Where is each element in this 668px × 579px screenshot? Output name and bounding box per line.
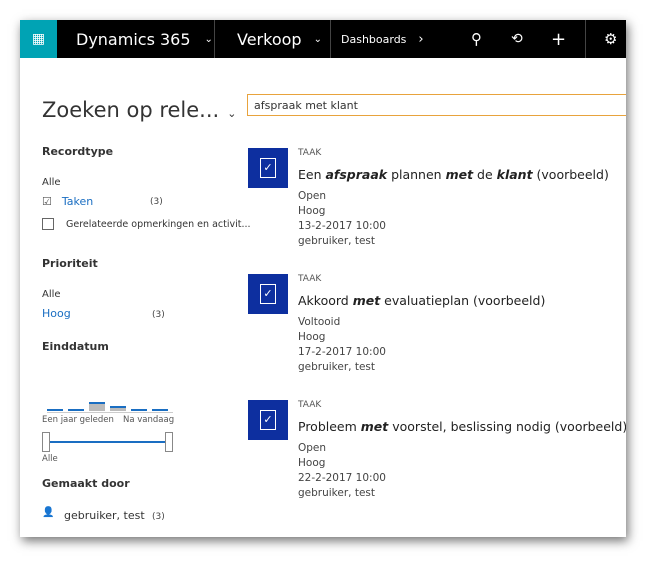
task-icon: ✓: [248, 400, 288, 440]
result-status: Voltooid: [298, 316, 341, 328]
result-priority: Hoog: [298, 331, 326, 343]
chevron-right-icon: ›: [418, 31, 424, 47]
filter-count: (3): [152, 512, 165, 522]
result-type: TAAK: [298, 400, 322, 410]
title-part: Akkoord: [298, 293, 353, 308]
date-slider-track[interactable]: [46, 441, 170, 443]
chevron-down-icon: ⌄: [204, 33, 213, 45]
title-part: plannen: [387, 167, 446, 182]
top-nav: ▦ Dynamics 365 ⌄ Verkoop ⌄ Dashboards › ⚲ ⟲…: [20, 20, 626, 58]
task-icon: ✓: [248, 148, 288, 188]
result-priority: Hoog: [298, 457, 326, 469]
result-owner: gebruiker, test: [298, 235, 376, 247]
user-icon: 👤: [42, 507, 55, 518]
title-part: klant: [496, 167, 533, 182]
module-name: Verkoop: [237, 29, 302, 49]
result-type: TAAK: [298, 274, 322, 284]
app-window: ▦ Dynamics 365 ⌄ Verkoop ⌄ Dashboards › ⚲ ⟲…: [20, 20, 626, 537]
result-type: TAAK: [298, 148, 322, 158]
filter-count: (3): [152, 310, 165, 320]
date-histogram: [47, 402, 173, 413]
title-part: Probleem: [298, 419, 361, 434]
title-part: afspraak: [325, 167, 388, 182]
search-scope-label: Zoeken op rele...: [42, 98, 220, 122]
search-input[interactable]: [247, 94, 626, 116]
app-name: Dynamics 365: [76, 29, 191, 49]
title-part: de: [473, 167, 497, 182]
result-item[interactable]: ✓ TAAK Probleem met voorstel, beslissing…: [248, 400, 626, 500]
checkbox-checked-icon[interactable]: ☑: [42, 195, 52, 208]
history-icon[interactable]: ⟲: [511, 20, 523, 58]
result-item[interactable]: ✓ TAAK Een afspraak plannen met de klant…: [248, 148, 618, 248]
chevron-down-icon: ⌄: [227, 107, 237, 120]
app-switcher[interactable]: Dynamics 365 ⌄: [76, 20, 213, 58]
result-status: Open: [298, 442, 327, 454]
filter-title-enddate: Einddatum: [42, 340, 109, 353]
title-part: met: [352, 293, 381, 308]
result-date: 13-2-2017 10:00: [298, 220, 386, 232]
filter-title-createdby: Gemaakt door: [42, 477, 130, 490]
result-status: Open: [298, 190, 327, 202]
title-part: (voorbeeld): [532, 167, 609, 182]
checkbox[interactable]: [42, 218, 54, 230]
filter-item-user[interactable]: gebruiker, test: [64, 509, 145, 522]
result-priority: Hoog: [298, 205, 326, 217]
result-title[interactable]: Akkoord met evaluatieplan (voorbeeld): [298, 293, 545, 308]
date-range-value: Alle: [42, 454, 58, 464]
result-date: 17-2-2017 10:00: [298, 346, 386, 358]
filter-label: Gerelateerde opmerkingen en activit...: [66, 218, 251, 230]
date-range-to-label: Na vandaag: [123, 415, 175, 425]
filter-item-taken[interactable]: ☑ Taken (3): [42, 195, 163, 208]
title-part: voorstel, beslissing nodig (voorbeeld): [388, 419, 626, 434]
filter-title-recordtype: Recordtype: [42, 145, 114, 158]
breadcrumb[interactable]: Dashboards ›: [341, 20, 424, 58]
module-switcher[interactable]: Verkoop ⌄: [237, 20, 322, 58]
filter-item-hoog[interactable]: Hoog: [42, 307, 71, 320]
slider-handle-right[interactable]: [165, 432, 173, 452]
result-title[interactable]: Een afspraak plannen met de klant (voorb…: [298, 167, 609, 182]
breadcrumb-dashboards: Dashboards: [341, 32, 407, 46]
title-part: met: [445, 167, 474, 182]
title-part: met: [360, 419, 389, 434]
plus-icon[interactable]: +: [551, 20, 566, 58]
result-owner: gebruiker, test: [298, 361, 376, 373]
search-scope-dropdown[interactable]: Zoeken op rele... ⌄: [42, 98, 236, 122]
filter-label: Taken: [61, 195, 94, 208]
result-title[interactable]: Probleem met voorstel, beslissing nodig …: [298, 419, 626, 434]
date-range-from-label: Een jaar geleden: [42, 415, 114, 425]
filter-count: (3): [150, 197, 163, 207]
result-date: 22-2-2017 10:00: [298, 472, 386, 484]
gear-icon[interactable]: ⚙: [604, 20, 617, 58]
task-icon: ✓: [248, 274, 288, 314]
result-item[interactable]: ✓ TAAK Akkoord met evaluatieplan (voorbe…: [248, 274, 618, 374]
filter-all-priority[interactable]: Alle: [42, 289, 61, 300]
result-owner: gebruiker, test: [298, 487, 376, 499]
chevron-down-icon: ⌄: [313, 33, 322, 45]
filter-item-related[interactable]: Gerelateerde opmerkingen en activit...: [42, 218, 251, 230]
waffle-icon[interactable]: ▦: [20, 20, 57, 58]
slider-handle-left[interactable]: [42, 432, 50, 452]
search-icon[interactable]: ⚲: [471, 20, 482, 58]
title-part: Een: [298, 167, 326, 182]
filter-all-recordtype[interactable]: Alle: [42, 177, 61, 188]
filter-title-priority: Prioriteit: [42, 257, 98, 270]
title-part: evaluatieplan (voorbeeld): [380, 293, 546, 308]
